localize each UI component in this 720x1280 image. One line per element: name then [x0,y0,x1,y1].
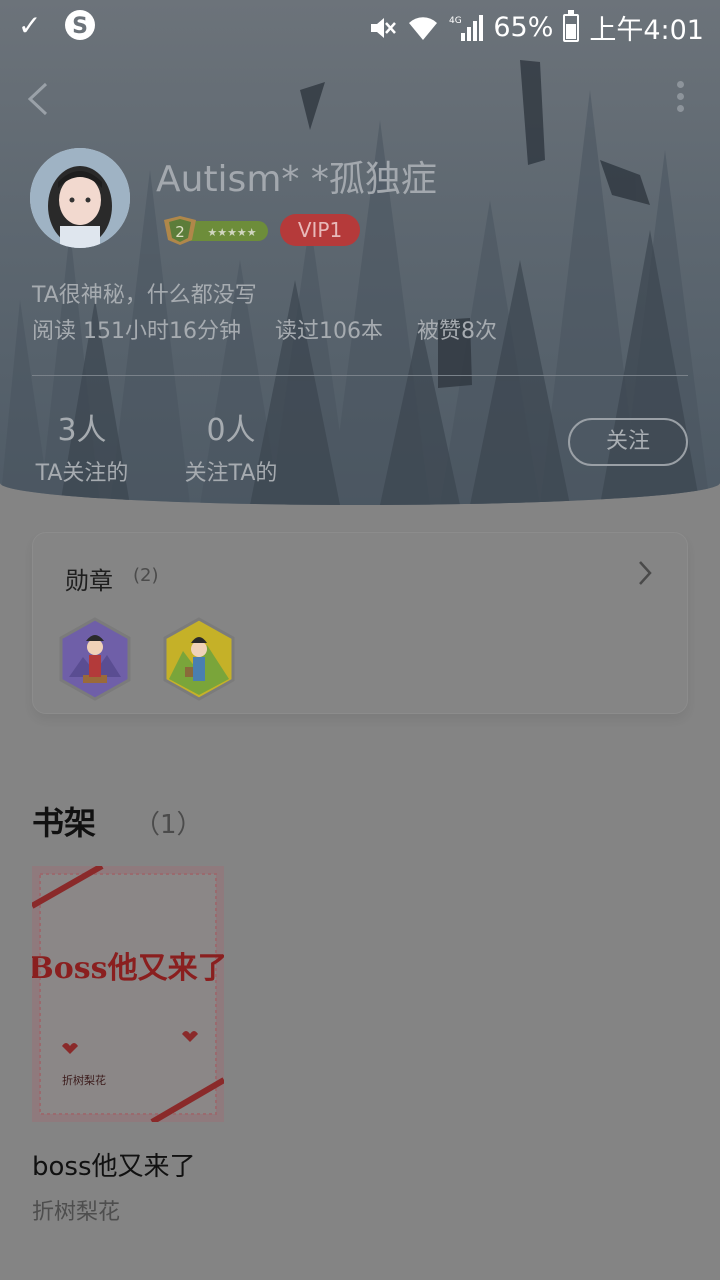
avatar[interactable] [30,148,130,248]
reading-stats: 阅读 151小时16分钟 读过106本 被赞8次 [32,313,531,345]
mute-icon [371,17,397,38]
dot-icon [676,93,684,100]
wifi-icon [409,16,438,40]
book-author: 折树梨花 [32,1200,121,1225]
check-icon: ✓ [18,8,42,42]
star-rating-icon: ★★★★★ [207,226,256,239]
chevron-left-icon [27,82,48,116]
level-number: 2 [175,223,185,241]
vip-badge: VIP1 [280,214,360,246]
battery-icon [563,9,580,42]
follow-button[interactable]: 关注 [568,418,688,466]
chevron-right-icon [637,559,653,595]
scholar-character-medal-icon[interactable] [161,617,237,701]
book-title[interactable]: boss他又来了 [32,1146,196,1183]
bio: TA很神秘，什么都没写 [32,283,257,308]
badges-title: 勋章 [65,567,113,595]
network-type: 4G [449,16,462,26]
followers-count: 0人 [206,413,256,448]
likes-count: 被赞8次 [416,319,497,344]
user-portrait-image [30,148,130,248]
bookshelf-count: （1） [134,810,203,840]
dot-icon [676,105,684,112]
bookshelf-title: 书架 [32,804,97,842]
level-badge: 2 ★★★★★ [164,216,268,245]
cover-title-text: Boss他又来了 [32,951,224,986]
book-cover[interactable]: Boss他又来了 折树梨花 [32,866,224,1122]
status-bar: ✓ S 4G 65% 上午4:01 [0,0,720,50]
cover-author-text: 折树梨花 [62,1073,106,1087]
reading-time: 阅读 151小时16分钟 [32,319,241,344]
followers-stat[interactable]: 0人 关注TA的 [180,405,282,487]
badges-card[interactable]: 勋章 (2) [32,532,688,714]
books-read: 读过106本 [274,319,383,344]
back-button[interactable] [22,74,62,124]
following-count: 3人 [57,413,107,448]
dot-icon [676,81,684,88]
book-cover-image: Boss他又来了 折树梨花 [32,866,224,1122]
clock: 上午4:01 [589,15,704,46]
following-label: TA关注的 [35,461,129,486]
badges-count: (2) [133,565,159,586]
following-stat[interactable]: 3人 TA关注的 [32,405,132,487]
signal-icon: 4G [449,14,484,41]
username: Autism* *孤独症 [156,159,437,200]
divider [32,375,688,376]
svg-text:S: S [73,14,89,39]
browser-s-icon: S [65,10,96,40]
more-options-button[interactable] [670,76,690,120]
top-nav [0,70,720,130]
opera-character-medal-icon[interactable] [57,617,133,701]
followers-label: 关注TA的 [184,461,278,486]
battery-percent: 65% [493,12,554,43]
